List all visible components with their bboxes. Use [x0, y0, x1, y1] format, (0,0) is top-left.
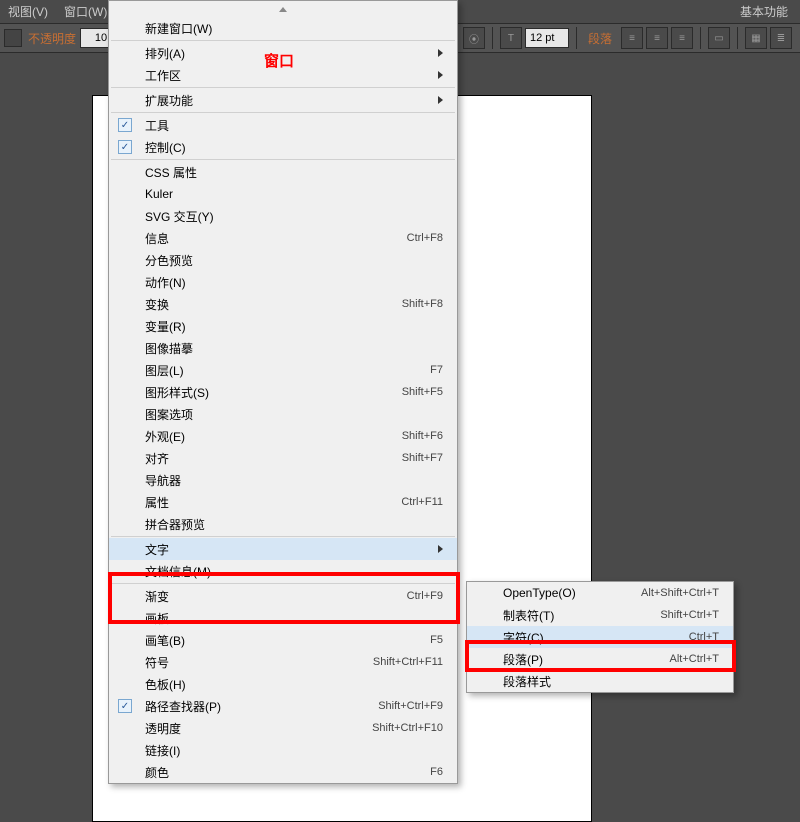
- check-icon: ✓: [118, 699, 132, 713]
- menu-item-color[interactable]: 颜色F6: [109, 761, 457, 783]
- menu-item-links[interactable]: 链接(I): [109, 739, 457, 761]
- menu-item-layers[interactable]: 图层(L)F7: [109, 359, 457, 381]
- submenu-item-opentype[interactable]: OpenType(O)Alt+Shift+Ctrl+T: [467, 582, 733, 604]
- menu-item-css-props[interactable]: CSS 属性: [109, 161, 457, 183]
- align-left-icon[interactable]: ≡: [621, 27, 643, 49]
- menu-item-workspace[interactable]: 工作区: [109, 64, 457, 86]
- opacity-label: 不透明度: [28, 30, 76, 47]
- check-icon: ✓: [118, 140, 132, 154]
- menu-item-variables[interactable]: 变量(R): [109, 315, 457, 337]
- menu-item-flattener[interactable]: 拼合器预览: [109, 513, 457, 535]
- submenu-arrow-icon: [438, 96, 443, 104]
- menu-item-tools[interactable]: ✓工具: [109, 114, 457, 136]
- align-right-icon[interactable]: ≡: [671, 27, 693, 49]
- menu-item-type[interactable]: 文字: [109, 538, 457, 560]
- menu-item-brushes[interactable]: 画笔(B)F5: [109, 629, 457, 651]
- menu-item-pattern-options[interactable]: 图案选项: [109, 403, 457, 425]
- menu-item-symbols[interactable]: 符号Shift+Ctrl+F11: [109, 651, 457, 673]
- submenu-item-character[interactable]: 字符(C)Ctrl+T: [467, 626, 733, 648]
- menu-item-attributes[interactable]: 属性Ctrl+F11: [109, 491, 457, 513]
- menu-item-transform[interactable]: 变换Shift+F8: [109, 293, 457, 315]
- misc-icon-1[interactable]: ▭: [708, 27, 730, 49]
- menu-item-align[interactable]: 对齐Shift+F7: [109, 447, 457, 469]
- menu-grip: [109, 1, 457, 17]
- type-submenu: OpenType(O)Alt+Shift+Ctrl+T 制表符(T)Shift+…: [466, 581, 734, 693]
- menu-item-control[interactable]: ✓控制(C): [109, 136, 457, 158]
- fill-swatch[interactable]: [4, 29, 22, 47]
- menu-item-image-trace[interactable]: 图像描摹: [109, 337, 457, 359]
- submenu-arrow-icon: [438, 71, 443, 79]
- menu-item-extensions[interactable]: 扩展功能: [109, 89, 457, 111]
- menu-item-actions[interactable]: 动作(N): [109, 271, 457, 293]
- menu-item-kuler[interactable]: Kuler: [109, 183, 457, 205]
- menu-item-sep-preview[interactable]: 分色预览: [109, 249, 457, 271]
- menu-item-svg[interactable]: SVG 交互(Y): [109, 205, 457, 227]
- menu-item-navigator[interactable]: 导航器: [109, 469, 457, 491]
- menu-item-artboards[interactable]: 画板: [109, 607, 457, 629]
- check-icon: ✓: [118, 118, 132, 132]
- menu-item-gradient[interactable]: 渐变Ctrl+F9: [109, 585, 457, 607]
- submenu-arrow-icon: [438, 49, 443, 57]
- window-menu-dropdown: 新建窗口(W) 排列(A) 工作区 扩展功能 ✓工具 ✓控制(C) CSS 属性…: [108, 0, 458, 784]
- font-size-input[interactable]: 12 pt: [525, 28, 569, 48]
- menu-item-swatches[interactable]: 色板(H): [109, 673, 457, 695]
- menu-item-transparency[interactable]: 透明度Shift+Ctrl+F10: [109, 717, 457, 739]
- font-icon[interactable]: T: [500, 27, 522, 49]
- menu-item-graphic-styles[interactable]: 图形样式(S)Shift+F5: [109, 381, 457, 403]
- char-panel-icon[interactable]: ⦿: [463, 27, 485, 49]
- align-center-icon[interactable]: ≡: [646, 27, 668, 49]
- menu-item-appearance[interactable]: 外观(E)Shift+F6: [109, 425, 457, 447]
- misc-icon-3[interactable]: ≣: [770, 27, 792, 49]
- submenu-item-para-styles[interactable]: 段落样式: [467, 670, 733, 692]
- menu-item-doc-info[interactable]: 文档信息(M): [109, 560, 457, 582]
- menu-view[interactable]: 视图(V): [0, 0, 56, 23]
- menu-item-arrange[interactable]: 排列(A): [109, 42, 457, 64]
- menu-window[interactable]: 窗口(W): [56, 0, 115, 23]
- workspace-label[interactable]: 基本功能: [740, 3, 800, 20]
- submenu-item-tabs[interactable]: 制表符(T)Shift+Ctrl+T: [467, 604, 733, 626]
- submenu-arrow-icon: [438, 545, 443, 553]
- menu-item-info[interactable]: 信息Ctrl+F8: [109, 227, 457, 249]
- misc-icon-2[interactable]: ▦: [745, 27, 767, 49]
- paragraph-label[interactable]: 段落: [588, 30, 612, 47]
- menu-item-new-window[interactable]: 新建窗口(W): [109, 17, 457, 39]
- menu-item-pathfinder[interactable]: ✓路径查找器(P)Shift+Ctrl+F9: [109, 695, 457, 717]
- submenu-item-paragraph[interactable]: 段落(P)Alt+Ctrl+T: [467, 648, 733, 670]
